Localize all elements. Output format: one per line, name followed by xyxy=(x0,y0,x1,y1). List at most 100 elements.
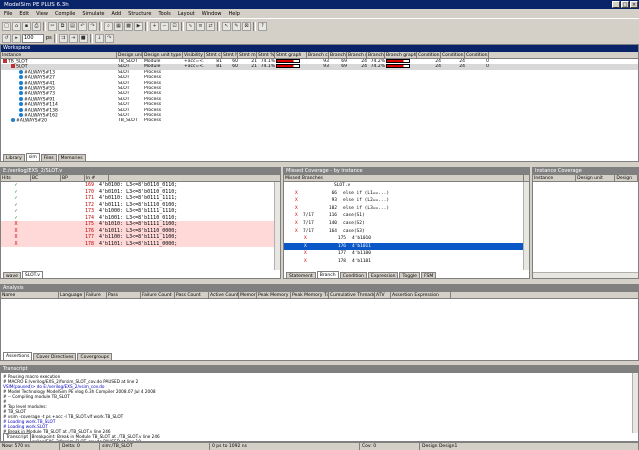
missed-branch-row[interactable]: X 177 4'b1100 xyxy=(284,250,529,258)
instance-cov-col-0[interactable]: Instance xyxy=(533,175,577,181)
menu-item-structure[interactable]: Structure xyxy=(128,11,151,17)
ws-col-0[interactable]: Instance xyxy=(1,52,117,58)
cut-icon[interactable]: ✂ xyxy=(48,21,57,31)
ws-col-7[interactable]: Stmt % xyxy=(257,52,275,58)
help-icon[interactable]: ? xyxy=(258,21,267,31)
instance-cov-col-1[interactable]: Design unit xyxy=(576,175,616,181)
missed-branch-row[interactable]: SLOT.v xyxy=(284,182,529,190)
menu-item-tools[interactable]: Tools xyxy=(158,11,170,17)
transcript-vscroll[interactable] xyxy=(632,373,638,433)
instance-hscroll[interactable] xyxy=(533,272,638,278)
tab-statement[interactable]: Statement xyxy=(286,272,316,278)
missed-branch-row[interactable]: X 175 4'b1010 xyxy=(284,235,529,243)
print-icon[interactable]: ⎙ xyxy=(32,21,41,31)
analysis-col-0[interactable]: Name xyxy=(1,292,59,298)
missed-branch-row[interactable]: X 7/17 164 case(S3) xyxy=(284,228,529,236)
ws-col-1[interactable]: Design unit xyxy=(117,52,143,58)
menu-item-window[interactable]: Window xyxy=(202,11,222,17)
tab-memories[interactable]: Memories xyxy=(57,154,86,161)
ws-col-16[interactable]: Condition misses xyxy=(465,52,489,58)
tab-assertions[interactable]: Assertions xyxy=(3,352,33,360)
tab-transcript[interactable]: Transcript xyxy=(3,433,32,441)
close-button[interactable]: × xyxy=(630,1,638,8)
continue-icon[interactable]: ⇥ xyxy=(68,33,78,43)
analysis-col-12[interactable]: Assertion Expression xyxy=(391,292,451,298)
analysis-col-11[interactable]: ATV xyxy=(375,292,391,298)
missed-branch-row[interactable]: X 176 4'b1011 xyxy=(284,242,529,251)
tab-condition[interactable]: Condition xyxy=(339,272,368,278)
analysis-col-5[interactable]: Pass Count xyxy=(175,292,209,298)
lock-icon[interactable]: ⊠ xyxy=(242,21,251,31)
ws-col-10[interactable]: Branch hits xyxy=(329,52,347,58)
compile-icon[interactable]: ▦ xyxy=(114,21,123,31)
tab-cover-directives[interactable]: Cover Directives xyxy=(33,353,77,360)
source-vscroll[interactable] xyxy=(274,182,280,270)
menu-item-add[interactable]: Add xyxy=(111,11,121,17)
analysis-col-9[interactable]: Peak Memory Time xyxy=(291,292,329,298)
workspace-row[interactable]: #ALWAYS#20 TB_SLOT Process xyxy=(1,118,638,124)
tab-library[interactable]: Library xyxy=(3,154,25,161)
tab-branch[interactable]: Branch xyxy=(316,271,339,278)
run-unit-select[interactable]: ps xyxy=(46,35,52,41)
missed-branch-row[interactable]: X 102 else if (L3==...) xyxy=(284,205,529,213)
redo-icon[interactable]: ↷ xyxy=(88,21,97,31)
analysis-col-6[interactable]: Active Count xyxy=(209,292,239,298)
dataflow-icon[interactable]: ⇄ xyxy=(206,21,215,31)
missed-branch-row[interactable]: X 93 else if (L2==...) xyxy=(284,197,529,205)
find-icon[interactable]: ⌕ xyxy=(104,21,113,31)
tab-files[interactable]: Files xyxy=(40,154,57,161)
wave-icon[interactable]: ∿ xyxy=(186,21,195,31)
ws-col-4[interactable]: Stmt count xyxy=(205,52,222,58)
menu-item-compile[interactable]: Compile xyxy=(55,11,75,17)
analysis-col-1[interactable]: Language xyxy=(59,292,85,298)
ws-col-8[interactable]: Stmt graph xyxy=(275,52,307,58)
ws-col-14[interactable]: Condition rows xyxy=(417,52,441,58)
analysis-col-4[interactable]: Failure Count xyxy=(141,292,175,298)
menu-item-help[interactable]: Help xyxy=(228,11,239,17)
run-all-icon[interactable]: ⇉ xyxy=(58,33,68,43)
missed-branch-row[interactable]: X 178 4'b1101 xyxy=(284,258,529,266)
simulate-icon[interactable]: ▶ xyxy=(134,21,143,31)
tab-slot-v[interactable]: SLOT.v xyxy=(21,271,43,278)
maximize-button[interactable]: □ xyxy=(621,1,629,8)
list-icon[interactable]: ≡ xyxy=(196,21,205,31)
copy-icon[interactable]: ⧉ xyxy=(58,21,67,31)
minimize-button[interactable]: _ xyxy=(612,1,620,8)
edit-icon[interactable]: ✎ xyxy=(232,21,241,31)
ws-col-6[interactable]: Stmt misses xyxy=(238,52,257,58)
ws-col-15[interactable]: Condition hits xyxy=(441,52,465,58)
restart-icon[interactable]: ↺ xyxy=(2,33,11,43)
menu-item-view[interactable]: View xyxy=(36,11,48,17)
ws-col-13[interactable]: Branch graph xyxy=(385,52,417,58)
new-file-icon[interactable]: □ xyxy=(2,21,11,31)
compile-all-icon[interactable]: ▩ xyxy=(124,21,133,31)
tab-fsm[interactable]: FSM xyxy=(420,272,437,278)
ws-col-9[interactable]: Branch count xyxy=(307,52,329,58)
analysis-col-7[interactable]: Memory xyxy=(239,292,257,298)
instance-cov-col-2[interactable]: Design xyxy=(615,175,638,181)
open-icon[interactable]: ⌂ xyxy=(12,21,21,31)
menu-item-layout[interactable]: Layout xyxy=(178,11,195,17)
analysis-col-3[interactable]: Pass xyxy=(107,292,141,298)
cursor-icon[interactable]: ↖ xyxy=(222,21,231,31)
zoom-full-icon[interactable]: ⊡ xyxy=(170,21,179,31)
missed-branch-row[interactable]: X 7/17 116 case(S1) xyxy=(284,212,529,220)
tab-expression[interactable]: Expression xyxy=(368,272,399,278)
undo-icon[interactable]: ↶ xyxy=(78,21,87,31)
save-icon[interactable]: ▪ xyxy=(22,21,31,31)
tab-sim[interactable]: sim xyxy=(25,153,40,161)
ws-col-11[interactable]: Branch misses xyxy=(347,52,367,58)
break-icon[interactable]: ■ xyxy=(78,33,88,43)
analysis-col-8[interactable]: Peak Memory xyxy=(257,292,291,298)
step-over-icon[interactable]: ↷ xyxy=(104,33,114,43)
step-icon[interactable]: ↓ xyxy=(94,33,104,43)
ws-col-2[interactable]: Design unit type xyxy=(143,52,183,58)
menu-item-file[interactable]: File xyxy=(4,11,12,17)
tab-toggle[interactable]: Toggle xyxy=(399,272,420,278)
missed-vscroll[interactable] xyxy=(523,182,529,270)
ws-col-12[interactable]: Branch % xyxy=(367,52,385,58)
zoom-in-icon[interactable]: + xyxy=(150,21,159,31)
analysis-col-10[interactable]: Cumulative Threads xyxy=(329,292,375,298)
source-line[interactable]: X 178 4'b1101: L3<=8'b1111_0000; xyxy=(1,240,280,247)
tab-wave[interactable]: wave xyxy=(3,272,21,278)
